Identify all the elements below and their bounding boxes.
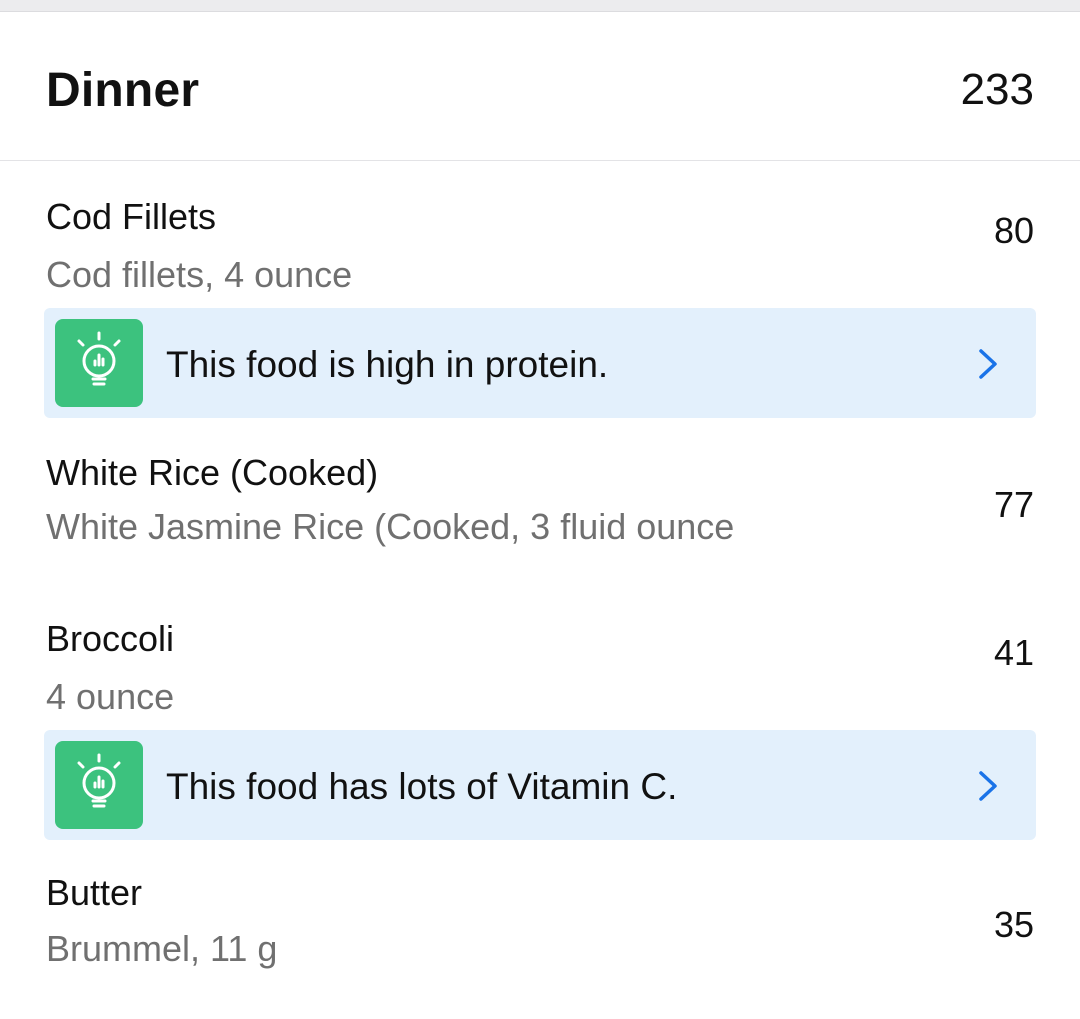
lightbulb-icon: [55, 319, 143, 407]
meal-total-calories: 233: [960, 65, 1034, 114]
food-item-butter[interactable]: Butter Brummel, 11 g 35: [0, 840, 1080, 990]
meal-title: Dinner: [46, 64, 200, 117]
food-description: Cod fillets, 4 ounce: [46, 254, 353, 295]
tip-text: This food is high in protein.: [166, 344, 609, 385]
food-calories: 77: [993, 484, 1034, 525]
food-description: Brummel, 11 g: [46, 928, 278, 969]
food-name: Cod Fillets: [46, 196, 217, 237]
food-calories: 80: [993, 210, 1034, 251]
food-name: White Rice (Cooked): [46, 452, 379, 493]
food-item-cod-fillets[interactable]: Cod Fillets Cod fillets, 4 ounce 80: [0, 162, 1080, 302]
food-name: Butter: [46, 872, 143, 913]
top-divider: [0, 0, 1080, 12]
food-name: Broccoli: [46, 618, 175, 659]
food-item-broccoli[interactable]: Broccoli 4 ounce 41: [0, 584, 1080, 724]
food-description: 4 ounce: [46, 676, 175, 717]
chevron-right-icon[interactable]: [978, 348, 998, 385]
food-tip-protein[interactable]: This food is high in protein.: [44, 308, 1036, 418]
chevron-right-icon[interactable]: [978, 770, 998, 807]
meal-header[interactable]: Dinner 233: [0, 13, 1080, 161]
lightbulb-icon: [55, 741, 143, 829]
tip-text: This food has lots of Vitamin C.: [166, 766, 678, 807]
food-item-white-rice[interactable]: White Rice (Cooked) White Jasmine Rice (…: [0, 418, 1080, 578]
food-calories: 41: [993, 632, 1034, 673]
food-tip-vitamin-c[interactable]: This food has lots of Vitamin C.: [44, 730, 1036, 840]
food-description: White Jasmine Rice (Cooked, 3 fluid ounc…: [46, 506, 735, 547]
food-calories: 35: [993, 904, 1034, 945]
